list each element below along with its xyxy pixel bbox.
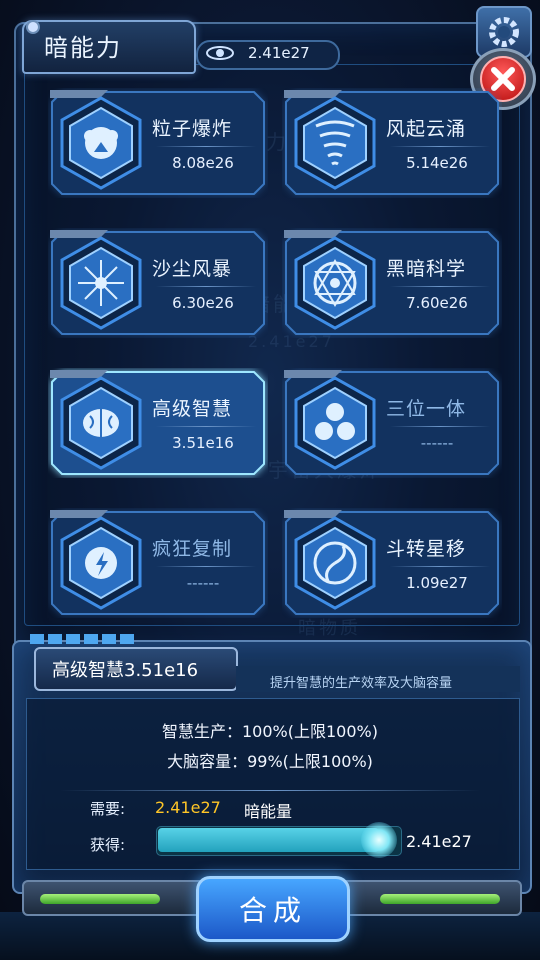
card-divider xyxy=(390,566,490,567)
need-value: 2.41e27 xyxy=(155,798,221,817)
skill-value: ------ xyxy=(186,574,220,592)
lightning-icon xyxy=(60,516,142,610)
skill-name: 黑暗科学 xyxy=(386,258,467,280)
brain-icon xyxy=(60,376,142,470)
skill-description: 提升智慧的生产效率及大脑容量 xyxy=(270,676,453,691)
slider-handle[interactable] xyxy=(360,822,397,858)
synthesize-button[interactable]: 合成 xyxy=(196,876,350,942)
galaxy-icon xyxy=(206,46,234,60)
skill-value: ------ xyxy=(420,434,454,452)
skill-name: 斗转星移 xyxy=(386,538,467,560)
particle-explosion-icon xyxy=(60,96,142,190)
trinity-icon xyxy=(294,376,376,470)
indicator-light-right xyxy=(380,894,500,904)
dark-science-icon xyxy=(294,236,376,330)
card-divider xyxy=(156,146,256,147)
skill-name: 三位一体 xyxy=(386,398,467,420)
need-label: 需要: xyxy=(90,800,126,818)
card-divider xyxy=(390,286,490,287)
skill-card-5[interactable]: 高级智慧 3.51e16 xyxy=(48,368,268,478)
skill-value: 7.60e26 xyxy=(406,294,468,312)
indicator-light-left xyxy=(40,894,160,904)
skill-card-1[interactable]: 粒子爆炸 8.08e26 xyxy=(48,88,268,198)
stat-capacity: 大脑容量：99%(上限100%) xyxy=(167,752,373,771)
skill-value: 8.08e26 xyxy=(172,154,234,172)
sandstorm-icon xyxy=(60,236,142,330)
skill-card-8[interactable]: 斗转星移 1.09e27 xyxy=(282,508,502,618)
slider-fill xyxy=(158,828,379,852)
divider xyxy=(60,790,480,791)
gain-value: 2.41e27 xyxy=(406,832,472,851)
skill-card-7[interactable]: 疯狂复制 ------ xyxy=(48,508,268,618)
gain-label: 获得: xyxy=(90,836,126,854)
skill-card-2[interactable]: 风起云涌 5.14e26 xyxy=(282,88,502,198)
skill-card-4[interactable]: 黑暗科学 7.60e26 xyxy=(282,228,502,338)
card-divider xyxy=(156,426,256,427)
card-divider xyxy=(156,286,256,287)
spiral-icon xyxy=(294,516,376,610)
skill-name: 粒子爆炸 xyxy=(152,118,233,140)
skill-value: 5.14e26 xyxy=(406,154,468,172)
skill-value: 3.51e16 xyxy=(172,434,234,452)
resource-value: 2.41e27 xyxy=(248,44,310,62)
stat-production: 智慧生产：100%(上限100%) xyxy=(162,722,378,741)
skill-value: 1.09e27 xyxy=(406,574,468,592)
skill-card-3[interactable]: 沙尘风暴 6.30e26 xyxy=(48,228,268,338)
page-title: 暗能力 xyxy=(44,34,122,62)
skill-name: 高级智慧 xyxy=(152,398,233,420)
selected-skill-title: 高级智慧3.51e16 xyxy=(52,660,199,681)
card-divider xyxy=(390,146,490,147)
card-divider xyxy=(390,426,490,427)
skill-name: 风起云涌 xyxy=(386,118,467,140)
card-divider xyxy=(156,566,256,567)
tornado-icon xyxy=(294,96,376,190)
skill-name: 疯狂复制 xyxy=(152,538,233,560)
bolt-icon xyxy=(26,20,40,34)
skill-value: 6.30e26 xyxy=(172,294,234,312)
skill-name: 沙尘风暴 xyxy=(152,258,233,280)
panel-stripes xyxy=(30,634,134,644)
need-unit: 暗能量 xyxy=(244,802,293,821)
skill-card-6[interactable]: 三位一体 ------ xyxy=(282,368,502,478)
